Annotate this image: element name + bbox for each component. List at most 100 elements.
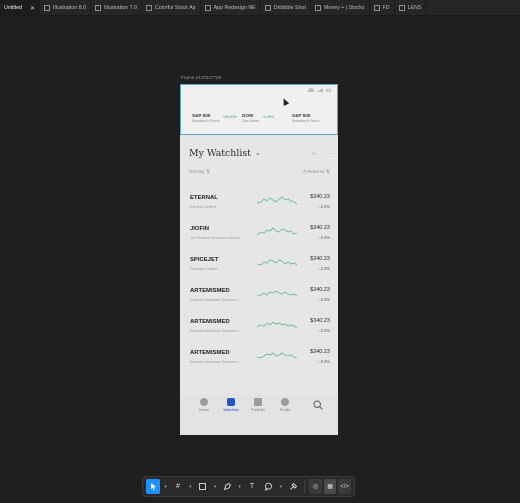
sparkline-chart xyxy=(257,321,297,329)
tab-dribbble-shot[interactable]: Dribbble Shot xyxy=(261,0,311,15)
chevron-down-icon[interactable]: ▾ xyxy=(187,479,193,494)
stock-change: ↓ 3.4% xyxy=(317,359,330,364)
chevron-down-icon[interactable]: ▾ xyxy=(237,479,243,494)
ticker-name: DOW xyxy=(242,113,254,118)
ticker-item[interactable]: S&P 500 Standard & Poor's xyxy=(292,113,338,123)
frame-label[interactable]: Frame 2147227725 xyxy=(181,75,221,80)
stock-change: ↓ 3.4% xyxy=(317,204,330,209)
tab-fd[interactable]: FD xyxy=(370,0,395,15)
nav-label: Portfolio xyxy=(251,408,265,412)
home-icon xyxy=(200,398,208,406)
stock-row[interactable]: ETERNAL Eternal Limited $340.23 ↓ 3.4% xyxy=(189,193,330,219)
sort-by-label: Sort By xyxy=(189,170,205,175)
stock-row[interactable]: ARTEMISMED Artemis Medicare Services L..… xyxy=(189,317,330,343)
move-tool-icon[interactable] xyxy=(146,479,161,494)
stock-change-value: 3.4% xyxy=(320,235,330,240)
tab-label: Colorful Stock Ap xyxy=(154,5,196,11)
tab-untitled[interactable]: Untitled ✕ xyxy=(0,0,40,15)
stock-price: $340.23 xyxy=(310,287,330,293)
toolbar-divider xyxy=(304,480,306,493)
phone-frame[interactable]: S&P 500 Standard & Poor's +46.00% DOW Do… xyxy=(180,84,338,435)
close-icon[interactable]: ✕ xyxy=(30,5,35,12)
battery-icon xyxy=(326,88,331,92)
nav-home[interactable]: Home xyxy=(193,398,215,412)
returns-label: Returns xyxy=(307,170,325,175)
nav-portfolio[interactable]: Portfolio xyxy=(247,398,269,412)
tab-label: Dribbble Shot xyxy=(273,5,306,11)
prototype-mode-icon[interactable]: ▦ xyxy=(323,479,337,494)
bottom-nav: Home Watchlist Portfolio Profile xyxy=(180,394,338,435)
tab-lens[interactable]: LENS xyxy=(395,0,427,15)
ticker-change: +1.40% xyxy=(261,115,275,119)
figma-icon xyxy=(398,5,405,11)
stock-symbol: ETERNAL xyxy=(190,195,218,201)
design-canvas[interactable]: Frame 2147227725 S&P 500 Standard & Poor… xyxy=(0,17,520,503)
tab-label: Illustration 7.0 xyxy=(103,5,137,11)
stock-row[interactable]: SPICEJET Spicejet Limited $340.23 ↓ 3.4% xyxy=(189,255,330,281)
ticker-name: S&P 500 xyxy=(292,113,311,118)
tab-label: Illustration 8.0 xyxy=(53,5,86,11)
ticker-band[interactable]: S&P 500 Standard & Poor's +46.00% DOW Do… xyxy=(180,84,338,135)
stock-company: Artemis Medicare Services L... xyxy=(190,297,243,302)
frame-tool-icon[interactable]: # xyxy=(171,479,185,494)
stock-price: $340.23 xyxy=(310,318,330,324)
figma-icon xyxy=(44,5,50,11)
tab-bar: Untitled ✕ Illustration 8.0 Illustration… xyxy=(0,0,520,16)
stock-symbol: SPICEJET xyxy=(190,257,219,263)
stock-company: Eternal Limited xyxy=(190,204,216,209)
bottom-toolbar: ▾ # ▾ ▾ ▾ T ▾ ◎ ▦ </> xyxy=(142,476,355,497)
ticker-item[interactable]: DOW Dow Jones +1.40% xyxy=(242,113,292,123)
nav-label: Watchlist xyxy=(223,408,239,412)
returns-button[interactable]: ◷ Returns ⇅ xyxy=(302,170,330,175)
design-mode-icon[interactable]: ◎ xyxy=(309,479,322,494)
add-icon[interactable]: + xyxy=(311,149,316,158)
pen-tool-icon[interactable] xyxy=(220,479,234,494)
stock-change: ↓ 3.4% xyxy=(317,297,330,302)
stock-change-value: 3.4% xyxy=(320,359,330,364)
tab-label: App Redesign NE xyxy=(213,5,256,11)
signal-icon xyxy=(317,88,323,92)
portfolio-icon xyxy=(254,398,262,406)
chevron-down-icon[interactable]: ⌄ xyxy=(255,149,261,157)
chevron-down-icon[interactable]: ▾ xyxy=(162,479,168,494)
profile-icon xyxy=(281,398,289,406)
stock-price: $340.23 xyxy=(310,194,330,200)
text-tool-icon[interactable]: T xyxy=(245,479,259,494)
nav-profile[interactable]: Profile xyxy=(274,398,296,412)
ticker-item[interactable]: S&P 500 Standard & Poor's +46.00% xyxy=(192,113,242,123)
stock-company: Artemis Medicare Services L... xyxy=(190,359,243,364)
stock-price: $340.23 xyxy=(310,256,330,262)
tab-illustration-7[interactable]: Illustration 7.0 xyxy=(91,0,142,15)
tab-colorful-stock[interactable]: Colorful Stock Ap xyxy=(142,0,201,15)
nav-watchlist[interactable]: Watchlist xyxy=(220,398,242,412)
stock-row[interactable]: ARTEMISMED Artemis Medicare Services L..… xyxy=(189,348,330,374)
comment-tool-icon[interactable] xyxy=(261,479,275,494)
chevron-down-icon[interactable]: ▾ xyxy=(212,479,218,494)
sort-row: Sort By ⇅ ◷ Returns ⇅ xyxy=(189,170,330,175)
watchlist-title[interactable]: My Watchlist xyxy=(189,148,251,159)
shape-tool-icon[interactable] xyxy=(195,479,209,494)
more-icon[interactable]: ··· xyxy=(326,149,334,158)
figma-icon xyxy=(204,5,211,11)
status-bar xyxy=(308,88,331,92)
tab-app-redesign[interactable]: App Redesign NE xyxy=(201,0,261,15)
search-icon[interactable] xyxy=(313,400,323,410)
figma-icon xyxy=(314,5,321,11)
sparkline-chart xyxy=(257,259,297,266)
sparkline-chart xyxy=(257,227,297,236)
dev-mode-icon[interactable]: </> xyxy=(338,479,352,494)
stock-change: ↓ 3.4% xyxy=(317,235,330,240)
stock-symbol: ARTEMISMED xyxy=(190,350,230,356)
stock-row[interactable]: JIOFIN Jio Finance Services Limited $340… xyxy=(189,224,330,250)
tab-money-stocks[interactable]: Money + | Stocks xyxy=(311,0,370,15)
stock-row[interactable]: ARTEMISMED Artemis Medicare Services L..… xyxy=(189,286,330,312)
stock-change: ↓ 3.4% xyxy=(317,328,330,333)
sparkline-chart xyxy=(257,196,297,205)
actions-tool-icon[interactable] xyxy=(286,479,300,494)
tab-label: Money + | Stocks xyxy=(323,5,365,11)
chevron-down-icon[interactable]: ▾ xyxy=(278,479,284,494)
stock-company: Spicejet Limited xyxy=(190,266,218,271)
tab-label: Untitled xyxy=(4,5,22,11)
sort-by-button[interactable]: Sort By ⇅ xyxy=(189,170,210,175)
tab-illustration-8[interactable]: Illustration 8.0 xyxy=(40,0,91,15)
